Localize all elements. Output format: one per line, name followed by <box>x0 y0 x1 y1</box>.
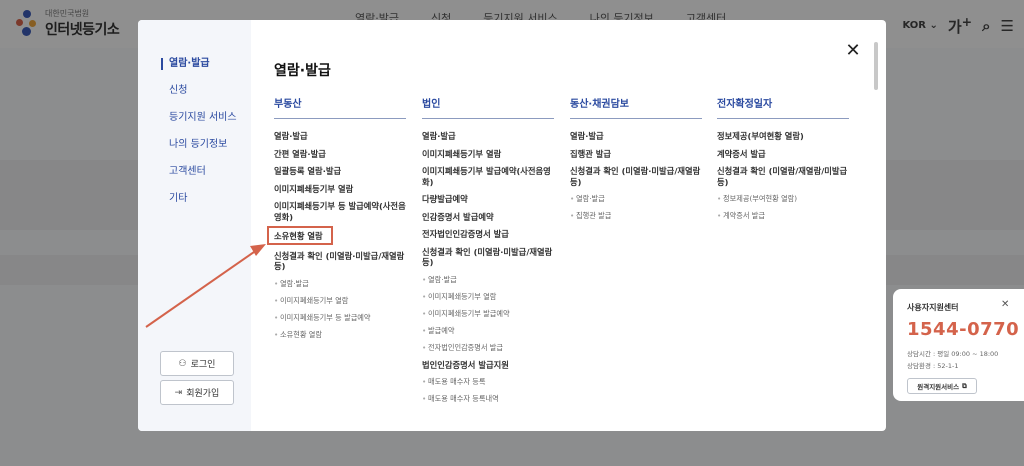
annotation-arrow <box>145 244 266 328</box>
